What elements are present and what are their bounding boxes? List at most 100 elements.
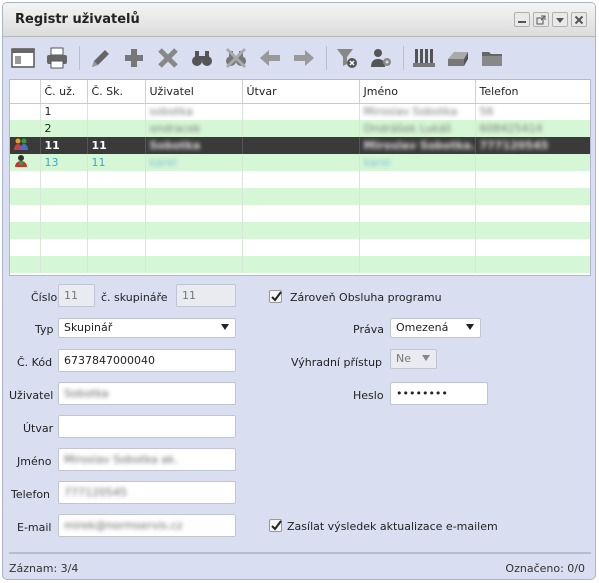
- jmeno-label: Jméno: [17, 455, 52, 468]
- telefon-field[interactable]: 777120545: [58, 481, 236, 504]
- column-header-icon[interactable]: [10, 80, 41, 104]
- cell-c-uz: 11: [40, 137, 88, 154]
- toolbar-separator: [403, 46, 404, 70]
- email-field[interactable]: mirek@normservis.cz: [58, 514, 236, 537]
- next-button[interactable]: [290, 44, 318, 72]
- folder-button[interactable]: [478, 44, 506, 72]
- tray-icon: [448, 52, 468, 66]
- window-list-button[interactable]: [9, 44, 37, 72]
- cell-telefon: [475, 154, 590, 171]
- column-header-utvar[interactable]: Útvar: [242, 80, 360, 104]
- column-header-c-uz[interactable]: Č. už.: [40, 80, 88, 104]
- cell-jmeno: Miroslav Sobotka...: [359, 137, 476, 154]
- row-icon-cell: [10, 120, 41, 137]
- table-row-empty: [10, 205, 590, 222]
- row-icon-cell: [10, 103, 41, 120]
- skupinare-label: č. skupináře: [101, 291, 168, 304]
- print-icon: [47, 47, 67, 69]
- arrow-right-icon: [294, 50, 314, 66]
- cell-jmeno: karel: [359, 154, 476, 171]
- zasilat-label: Zasílat výsledek aktualizace e-mailem: [287, 520, 498, 533]
- previous-button[interactable]: [256, 44, 284, 72]
- grid-header-row: Č. už. Č. Sk. Uživatel Útvar Jméno Telef…: [10, 80, 590, 104]
- utvar-label: Útvar: [23, 422, 54, 435]
- column-header-telefon[interactable]: Telefon: [475, 80, 590, 104]
- chevron-down-icon: [422, 355, 430, 361]
- find-icon: [192, 51, 212, 66]
- cell-uzivatel: sobotka: [145, 103, 243, 120]
- cell-telefon: 608425414: [475, 120, 590, 137]
- edit-icon: [92, 50, 109, 67]
- users-grid[interactable]: Č. už. Č. Sk. Uživatel Útvar Jméno Telef…: [9, 79, 591, 276]
- cislo-field[interactable]: 11: [58, 284, 95, 307]
- table-row-empty: [10, 239, 590, 256]
- cell-utvar: [242, 137, 360, 154]
- clear-filter-button[interactable]: [333, 44, 361, 72]
- table-row[interactable]: 1 sobotka Miroslav Sobotka 56: [10, 103, 590, 120]
- cell-c-uz: 13: [40, 154, 88, 171]
- table-row[interactable]: 2 ondracek Ondrášek Lukáš 608425414: [10, 120, 590, 137]
- telefon-label: Telefon: [11, 488, 51, 501]
- table-row-empty: [10, 222, 590, 239]
- kod-label: Č. Kód: [17, 356, 53, 369]
- titlebar: Registr uživatelů: [3, 3, 595, 37]
- column-header-c-sk[interactable]: Č. Sk.: [87, 80, 146, 104]
- uzivatel-field[interactable]: Sobotka: [58, 382, 236, 405]
- close-button[interactable]: [571, 12, 587, 27]
- table-row[interactable]: 13 11 karel karel: [10, 154, 590, 171]
- popout-button[interactable]: [533, 12, 549, 27]
- user-settings-icon: [371, 49, 391, 67]
- cell-c-sk: 11: [87, 154, 146, 171]
- cell-utvar: [242, 103, 360, 120]
- add-button[interactable]: [120, 44, 148, 72]
- typ-label: Typ: [35, 323, 54, 336]
- skupinare-field[interactable]: 11: [176, 284, 236, 307]
- edit-button[interactable]: [86, 44, 114, 72]
- prava-select-value: Omezená: [396, 321, 449, 334]
- delete-icon: [158, 48, 178, 68]
- delete-button[interactable]: [154, 44, 182, 72]
- vyhradni-label: Výhradní přístup: [291, 356, 383, 369]
- group-icon: [14, 138, 28, 150]
- column-header-jmeno[interactable]: Jméno: [359, 80, 476, 104]
- add-icon: [125, 49, 143, 67]
- archive-button[interactable]: [410, 44, 438, 72]
- zasilat-checkbox[interactable]: [269, 519, 282, 532]
- cancel-find-button[interactable]: [222, 44, 250, 72]
- column-header-uzivatel[interactable]: Uživatel: [145, 80, 243, 104]
- dropdown-button[interactable]: [552, 12, 568, 27]
- cell-utvar: [242, 120, 360, 137]
- find-button[interactable]: [188, 44, 216, 72]
- cell-uzivatel: ondracek: [145, 120, 243, 137]
- uzivatel-label: Uživatel: [9, 389, 54, 402]
- cell-c-sk: [87, 103, 146, 120]
- table-row-selected[interactable]: 11 11 Sobotka Miroslav Sobotka... 777120…: [10, 137, 590, 154]
- typ-select[interactable]: Skupinář: [58, 318, 236, 338]
- status-divider: [9, 552, 591, 554]
- heslo-field[interactable]: ••••••••: [390, 382, 488, 405]
- utvar-field[interactable]: [58, 415, 236, 438]
- toolbar-separator: [79, 46, 80, 70]
- vyhradni-select[interactable]: Ne: [390, 349, 437, 369]
- cislo-label: Číslo: [31, 291, 58, 304]
- user-registry-window: Registr uživatelů Č. už. Č. Sk. Uživatel…: [2, 2, 596, 580]
- folder-icon: [482, 52, 502, 66]
- prava-select[interactable]: Omezená: [390, 318, 481, 338]
- print-button[interactable]: [43, 44, 71, 72]
- toolbar: [9, 43, 512, 73]
- chevron-down-icon: [221, 324, 229, 330]
- table-row-empty: [10, 188, 590, 205]
- obsluha-checkbox[interactable]: [269, 290, 282, 303]
- tray-button[interactable]: [444, 44, 472, 72]
- cell-jmeno: Miroslav Sobotka: [359, 103, 476, 120]
- minimize-button[interactable]: [514, 12, 530, 27]
- jmeno-field[interactable]: Miroslav Sobotka ak.: [58, 448, 236, 471]
- cell-uzivatel: Sobotka: [145, 137, 243, 154]
- kod-field[interactable]: 6737847000040: [58, 349, 236, 372]
- toolbar-separator: [326, 46, 327, 70]
- prava-label: Práva: [353, 323, 384, 336]
- cell-c-uz: 1: [40, 103, 88, 120]
- typ-select-value: Skupinář: [64, 321, 113, 334]
- user-settings-button[interactable]: [367, 44, 395, 72]
- cell-c-uz: 2: [40, 120, 88, 137]
